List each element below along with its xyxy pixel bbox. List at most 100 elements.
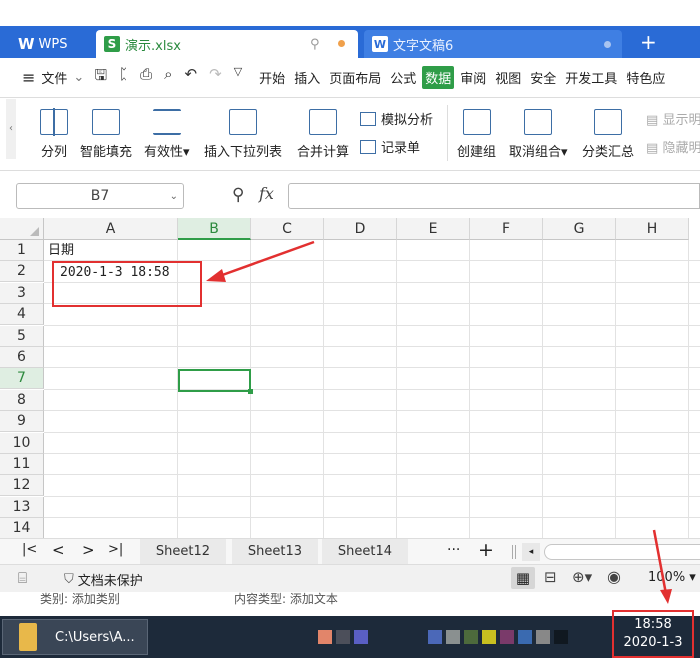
cell-a1[interactable]: 日期 <box>48 240 74 261</box>
row-header[interactable]: 1 <box>0 240 44 261</box>
first-sheet-icon[interactable]: |< <box>22 542 37 557</box>
row-header[interactable]: 9 <box>0 411 44 433</box>
app-icon[interactable] <box>482 630 496 644</box>
column-header[interactable]: B <box>178 218 251 240</box>
normal-view-icon[interactable]: ▦ <box>511 567 535 589</box>
hscroll-left-icon[interactable]: ◂ <box>522 543 540 561</box>
row-header[interactable]: 11 <box>0 454 44 475</box>
document-protection-status[interactable]: ⛉ 文档未保护 <box>64 570 143 589</box>
more-sheets-icon[interactable]: ··· <box>447 542 460 558</box>
app-icon[interactable] <box>428 630 442 644</box>
file-menu[interactable]: ≡ 文件 ⌄ <box>22 68 84 87</box>
row-header[interactable]: 2 <box>0 261 44 283</box>
row-header[interactable]: 3 <box>0 282 44 304</box>
insert-function-button[interactable]: fx <box>259 184 274 203</box>
show-detail-button[interactable]: ▤ 显示明 <box>646 109 700 128</box>
insert-dropdown-list-button[interactable]: 插入下拉列表 <box>204 109 282 160</box>
column-header[interactable]: F <box>470 218 543 240</box>
row-header[interactable]: 12 <box>0 475 44 497</box>
row-header[interactable]: 7 <box>0 368 44 390</box>
menu-item[interactable]: 开始 <box>256 66 288 89</box>
menu-item[interactable]: 安全 <box>527 66 559 89</box>
row-header[interactable]: 14 <box>0 518 44 540</box>
split-columns-button[interactable]: 分列 <box>40 108 68 160</box>
app-icon[interactable] <box>464 630 478 644</box>
add-sheet-icon[interactable]: + <box>478 539 494 561</box>
tab-xlsx-document[interactable]: S 演示.xlsx ⚲ <box>96 30 358 58</box>
smart-fill-button[interactable]: 智能填充 <box>80 109 132 160</box>
new-tab-button[interactable]: + <box>640 28 657 56</box>
menu-item[interactable]: 数据 <box>422 66 455 89</box>
record-form-button[interactable]: 记录单 <box>360 137 420 156</box>
menu-item[interactable]: 视图 <box>492 66 524 89</box>
eye-protection-icon[interactable]: ◉ <box>607 567 621 586</box>
row-header[interactable]: 10 <box>0 432 44 454</box>
save-icon[interactable]: 🖫 <box>94 65 107 90</box>
page-break-view-icon[interactable]: ⊟ <box>544 568 557 586</box>
column-header[interactable]: H <box>616 218 689 240</box>
row-header[interactable]: 5 <box>0 325 44 347</box>
tab-wps-home[interactable]: W WPS <box>10 30 90 58</box>
next-sheet-icon[interactable]: > <box>82 541 95 559</box>
row-header[interactable]: 8 <box>0 389 44 411</box>
app-icon[interactable] <box>536 630 550 644</box>
consolidate-button[interactable]: 合并计算 <box>297 109 349 160</box>
prev-sheet-icon[interactable]: < <box>52 541 65 559</box>
undo-icon[interactable]: ↶ <box>185 65 198 90</box>
format-painter-icon[interactable]: ᛈ <box>119 65 128 90</box>
column-header[interactable]: C <box>251 218 324 240</box>
category-field[interactable]: 类别: 添加类别 <box>40 590 120 607</box>
macro-record-icon[interactable]: ⌸ <box>18 569 27 587</box>
print-preview-icon[interactable]: ⌕ <box>164 65 172 90</box>
taskbar-explorer-item[interactable]: C:\Users\A... <box>2 619 148 655</box>
app-icon[interactable] <box>354 630 368 644</box>
content-type-field[interactable]: 内容类型: 添加文本 <box>234 590 338 607</box>
app-icon[interactable] <box>318 630 332 644</box>
redo-icon[interactable]: ↷ <box>209 65 222 90</box>
column-header[interactable]: G <box>543 218 616 240</box>
menu-item[interactable]: 审阅 <box>457 66 489 89</box>
validity-button[interactable]: 有效性▾ <box>144 109 190 160</box>
fill-handle[interactable] <box>248 389 253 394</box>
ribbon-scroll-left[interactable]: ‹ <box>6 99 16 159</box>
splitter-handle[interactable] <box>512 545 516 559</box>
grid-line <box>44 410 700 412</box>
column-header[interactable]: D <box>324 218 397 240</box>
sheet-tab[interactable]: Sheet12 <box>140 539 226 565</box>
more-dropdown-icon[interactable]: ▽ <box>234 65 242 90</box>
row-header[interactable]: 13 <box>0 496 44 518</box>
zoom-formula-icon[interactable]: ⚲ <box>232 185 244 205</box>
app-icon[interactable] <box>554 630 568 644</box>
print-icon[interactable]: ⎙ <box>140 65 152 90</box>
menu-item[interactable]: 特色应 <box>623 66 668 89</box>
what-if-analysis-button[interactable]: 模拟分析 <box>360 109 433 128</box>
menu-item[interactable]: 开发工具 <box>562 66 620 89</box>
sheet-tab[interactable]: Sheet14 <box>322 539 408 565</box>
menu-item[interactable]: 页面布局 <box>326 66 384 89</box>
cell-name-box[interactable]: B7 ⌄ <box>16 183 184 209</box>
app-icon[interactable] <box>446 630 460 644</box>
select-all-corner[interactable] <box>0 218 44 240</box>
hide-detail-button[interactable]: ▤ 隐藏明 <box>646 137 700 156</box>
app-icon[interactable] <box>500 630 514 644</box>
column-header[interactable]: E <box>397 218 470 240</box>
menu-item[interactable]: 公式 <box>387 66 419 89</box>
subtotal-button[interactable]: 分类汇总 <box>582 109 634 160</box>
app-icon[interactable] <box>518 630 532 644</box>
row-header[interactable]: 6 <box>0 347 44 368</box>
create-group-button[interactable]: 创建组 <box>457 109 496 160</box>
formula-input[interactable] <box>288 183 700 209</box>
row-header[interactable]: 4 <box>0 304 44 326</box>
taskbar-clock[interactable]: 18:58 2020-1-3 <box>612 610 694 658</box>
pin-icon[interactable]: ⚲ <box>310 37 320 52</box>
reading-mode-icon[interactable]: ⊕▾ <box>572 568 592 586</box>
active-cell-b7[interactable] <box>178 369 253 394</box>
ungroup-button[interactable]: 取消组合▾ <box>509 109 568 160</box>
column-header[interactable]: A <box>44 218 178 240</box>
tab-doc-document[interactable]: W 文字文稿6 <box>364 30 622 58</box>
sheet-tab[interactable]: Sheet13 <box>232 539 318 565</box>
app-icon[interactable] <box>336 630 350 644</box>
grid-line <box>44 517 700 519</box>
last-sheet-icon[interactable]: >| <box>108 542 123 557</box>
menu-item[interactable]: 插入 <box>291 66 323 89</box>
